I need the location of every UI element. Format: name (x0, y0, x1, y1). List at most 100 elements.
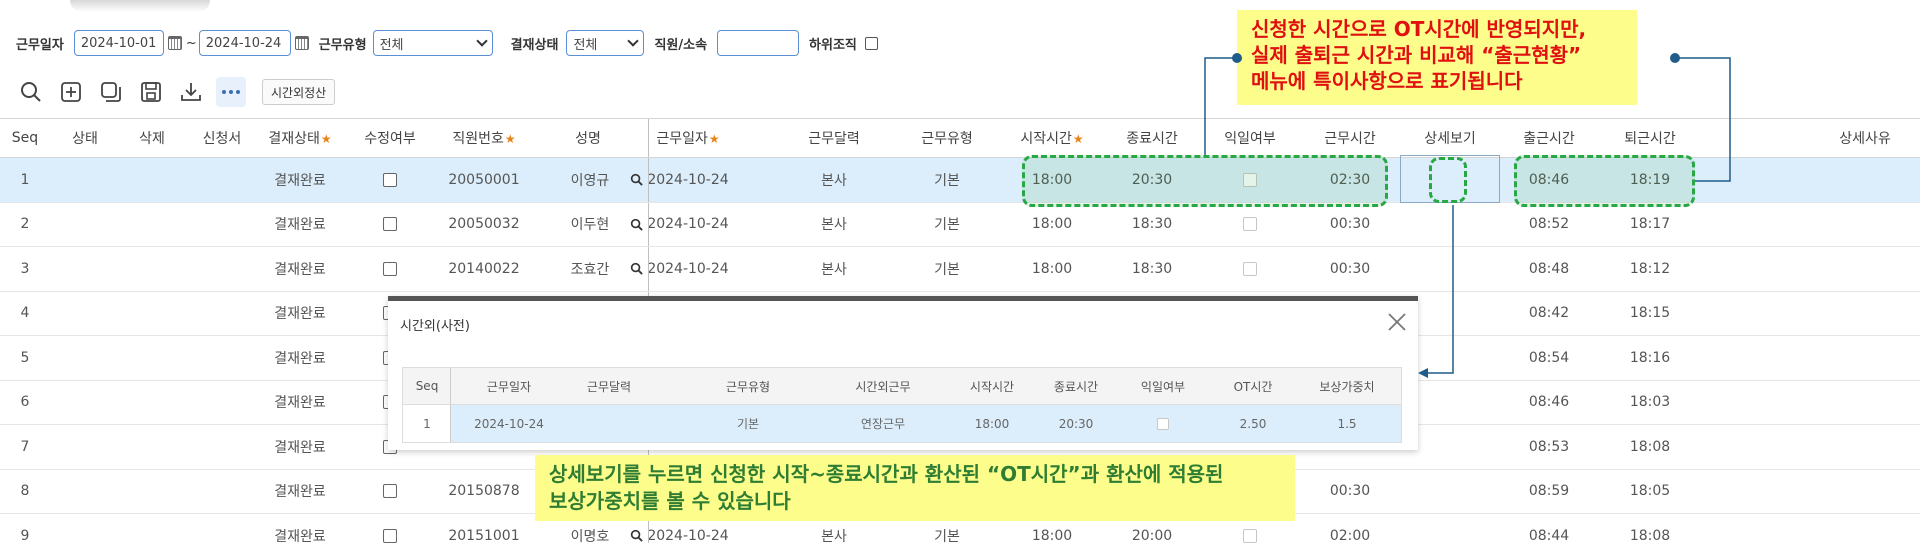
add-icon[interactable] (56, 77, 86, 107)
popup-table-row[interactable]: 1 2024-10-24 기본 연장근무 18:00 20:30 2.50 1.5 (402, 405, 1402, 443)
clock-out-value: 18:08 (1629, 438, 1671, 455)
column-header[interactable]: 근무시간 (1305, 119, 1395, 157)
popup-column-header[interactable]: 시간외근무 (828, 368, 938, 404)
delete-cell[interactable] (122, 336, 182, 380)
next-day-checkbox[interactable] (1243, 261, 1257, 276)
column-header[interactable]: 신청서 (187, 119, 257, 157)
modified-checkbox[interactable] (383, 484, 397, 499)
delete-cell[interactable] (122, 470, 182, 514)
column-header[interactable]: 출근시간 (1504, 119, 1594, 157)
popup-column-header[interactable]: OT시간 (1213, 368, 1293, 404)
clock-in-cell: 08:59 (1504, 470, 1594, 514)
popup-column-header[interactable]: 시작시간 (947, 368, 1037, 404)
column-header[interactable]: 삭제 (122, 119, 182, 157)
detail-view-cell[interactable] (1405, 292, 1495, 336)
detail-view-cell[interactable] (1405, 247, 1495, 291)
next-day-cell[interactable] (1210, 247, 1290, 291)
date-from-input[interactable]: 2024-10-01 (73, 30, 164, 56)
column-header[interactable]: 종료시간 (1107, 119, 1197, 157)
delete-cell[interactable] (122, 158, 182, 202)
delete-cell[interactable] (122, 425, 182, 469)
delete-cell[interactable] (122, 381, 182, 425)
suborg-checkbox[interactable] (864, 36, 878, 50)
seq-value: 4 (20, 305, 30, 322)
delete-cell[interactable] (122, 247, 182, 291)
column-header[interactable]: 상세보기 (1405, 119, 1495, 157)
detail-view-cell[interactable] (1405, 203, 1495, 247)
end-time-cell: 18:30 (1107, 203, 1197, 247)
employee-input[interactable] (717, 30, 800, 56)
column-header-label: 수정여부 (364, 128, 416, 148)
column-header[interactable]: 수정여부 (355, 119, 425, 157)
start-time-value: 18:00 (1031, 260, 1073, 277)
detail-view-cell[interactable] (1405, 470, 1495, 514)
delete-cell[interactable] (122, 203, 182, 247)
popup-next-day-checkbox[interactable] (1157, 417, 1169, 430)
name-value: 이두현 (570, 217, 610, 234)
popup-column-header[interactable]: 근무유형 (693, 368, 803, 404)
overtime-settlement-button[interactable]: 시간외정산 (262, 79, 336, 105)
column-header[interactable]: 성명 (548, 119, 628, 157)
clock-in-cell: 08:42 (1504, 292, 1594, 336)
modified-cell[interactable] (355, 470, 425, 514)
download-icon[interactable] (176, 77, 206, 107)
detail-view-cell[interactable] (1405, 514, 1495, 543)
table-row[interactable]: 2 결재완료 20050032 이두현 2024-10-24 본사 기본 18:00 18:30… (0, 202, 1920, 247)
modified-checkbox[interactable] (383, 261, 397, 276)
column-header[interactable]: Seq (0, 119, 50, 157)
detail-view-cell[interactable] (1405, 381, 1495, 425)
popup-ot-kind-cell: 연장근무 (828, 405, 938, 442)
approval-status-value: 결재완료 (274, 395, 326, 412)
popup-column-header[interactable]: 근무일자 (454, 368, 564, 404)
modified-cell[interactable] (355, 203, 425, 247)
date-to-input[interactable]: 2024-10-24 (198, 30, 291, 56)
approval-status-select[interactable]: 전체 (566, 30, 645, 56)
popup-column-header[interactable]: 익일여부 (1123, 368, 1203, 404)
popup-column-header[interactable]: Seq (403, 368, 451, 404)
modified-cell[interactable] (355, 247, 425, 291)
more-options-icon[interactable] (216, 77, 246, 107)
work-date-value: 2024-10-24 (647, 260, 729, 277)
work-type-select[interactable]: 전체 (372, 30, 493, 56)
seq-cell: 6 (0, 381, 50, 425)
calendar-icon[interactable] (167, 36, 182, 50)
modified-cell[interactable] (355, 158, 425, 202)
column-header[interactable]: 근무유형 (902, 119, 992, 157)
calendar-icon[interactable] (294, 36, 309, 50)
column-header-label: 출근시간 (1523, 128, 1575, 148)
column-header[interactable]: 상세사유 (1810, 119, 1920, 157)
modified-cell[interactable] (355, 514, 425, 543)
column-header[interactable]: 결재상태★ (260, 119, 340, 157)
copy-icon[interactable] (96, 77, 126, 107)
column-header[interactable]: 시작시간★ (1007, 119, 1097, 157)
next-day-checkbox[interactable] (1243, 528, 1257, 543)
work-hours-value: 00:30 (1329, 483, 1371, 500)
search-icon[interactable] (16, 77, 46, 107)
modified-checkbox[interactable] (383, 528, 397, 543)
delete-cell[interactable] (122, 514, 182, 543)
next-day-cell[interactable] (1210, 203, 1290, 247)
column-header[interactable]: 상태 (55, 119, 115, 157)
save-icon[interactable] (136, 77, 166, 107)
work-type-value: 기본 (934, 261, 960, 278)
detail-view-cell[interactable] (1405, 425, 1495, 469)
popup-column-header[interactable]: 보상가중치 (1297, 368, 1397, 404)
next-day-checkbox[interactable] (1243, 217, 1257, 232)
approval-status-label: 결재상태 (510, 37, 559, 53)
modified-checkbox[interactable] (383, 217, 397, 232)
column-header[interactable]: 퇴근시간 (1605, 119, 1695, 157)
work-date-cell: 2024-10-24 (638, 158, 738, 202)
table-row[interactable]: 3 결재완료 20140022 조효간 2024-10-24 본사 기본 18:00 18:30… (0, 247, 1920, 292)
modified-checkbox[interactable] (383, 172, 397, 187)
popup-next-day-cell[interactable] (1123, 405, 1203, 442)
detail-view-cell[interactable] (1405, 336, 1495, 380)
date-to-value: 2024-10-24 (205, 35, 282, 51)
column-header[interactable]: 근무일자★ (638, 119, 738, 157)
popup-column-header[interactable]: 종료시간 (1031, 368, 1121, 404)
delete-cell[interactable] (122, 292, 182, 336)
popup-column-header[interactable]: 근무달력 (559, 368, 659, 404)
column-header[interactable]: 익일여부 (1210, 119, 1290, 157)
close-icon[interactable] (1386, 311, 1408, 333)
column-header[interactable]: 직원번호★ (439, 119, 529, 157)
column-header[interactable]: 근무달력 (789, 119, 879, 157)
